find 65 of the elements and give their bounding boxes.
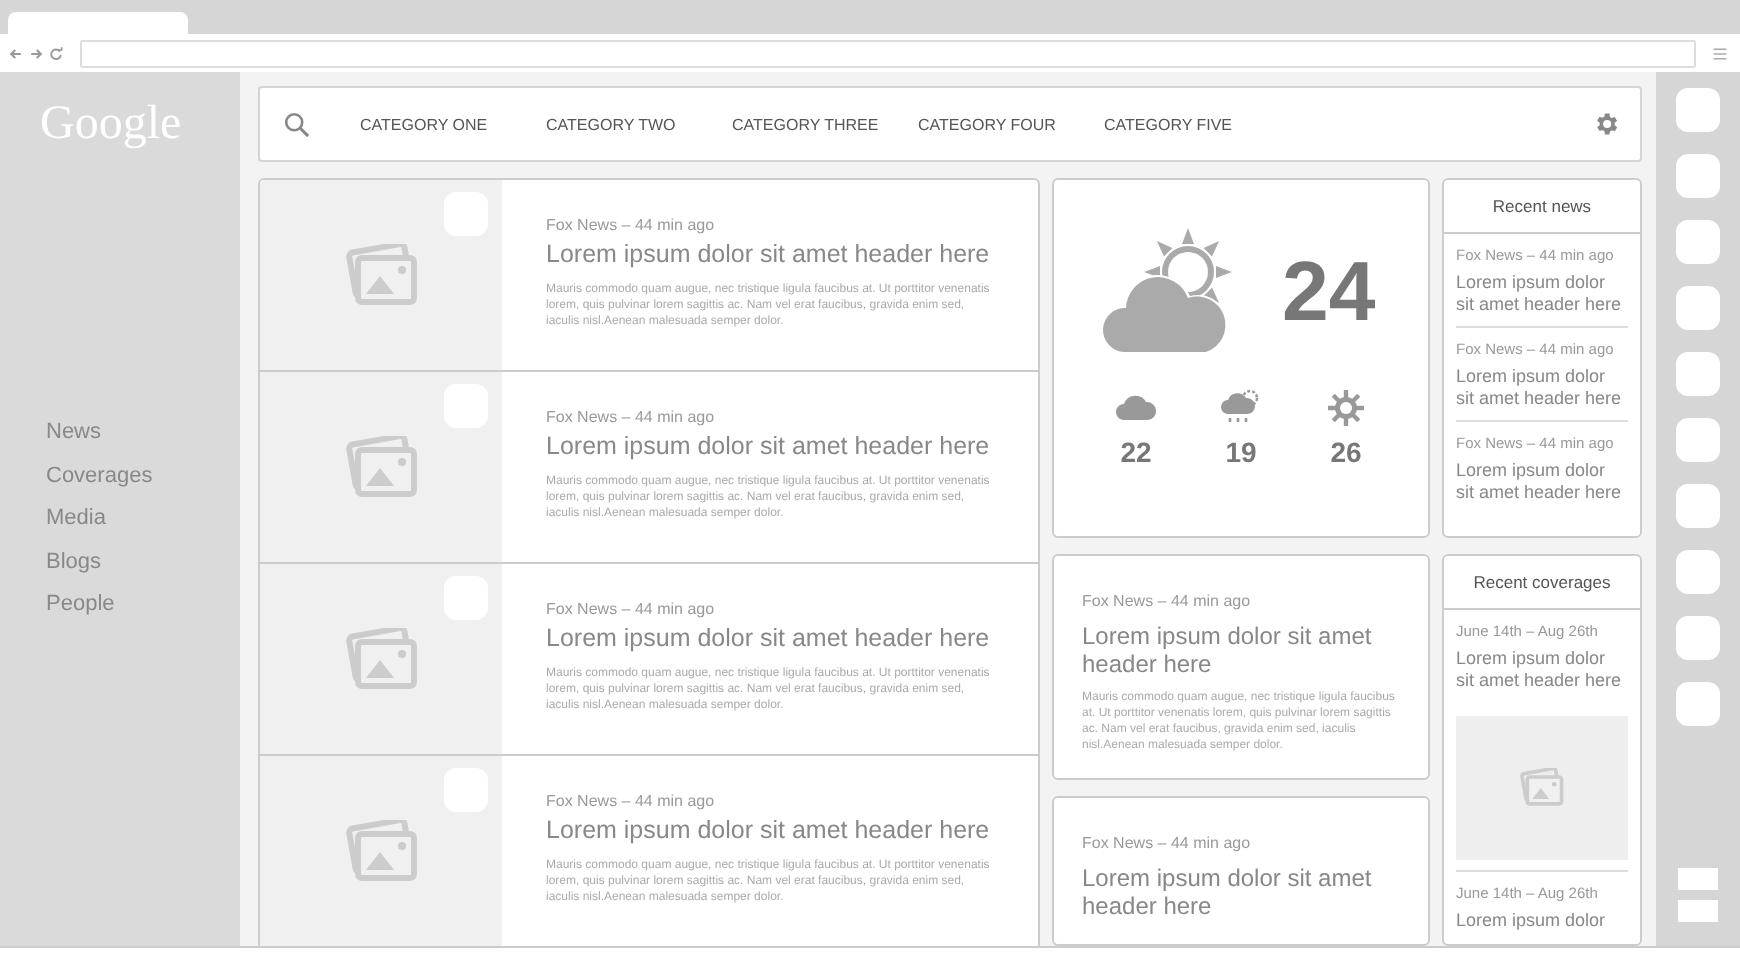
app-slot[interactable] (1676, 616, 1720, 660)
forecast-temperature: 19 (1225, 436, 1257, 468)
current-temperature: 24 (1282, 244, 1376, 340)
rain-cloud-icon (1219, 388, 1263, 428)
category-link[interactable]: CATEGORY ONE (360, 115, 546, 133)
app-slot[interactable] (1676, 286, 1720, 330)
app-slot[interactable] (1678, 868, 1718, 890)
article-title[interactable]: Lorem ipsum dolor sit amet header here (546, 432, 986, 460)
category-link[interactable]: CATEGORY FOUR (918, 115, 1104, 133)
forecast-temperature: 22 (1120, 436, 1152, 468)
category-link[interactable]: CATEGORY FIVE (1104, 115, 1290, 133)
story-title[interactable]: Lorem ipsum dolor sit amet header here (1082, 622, 1400, 678)
app-slot[interactable] (1678, 900, 1718, 922)
reload-icon[interactable] (48, 45, 64, 61)
article-card[interactable] (260, 564, 1038, 756)
sun-icon (1324, 388, 1368, 428)
browser-tab[interactable] (8, 12, 188, 34)
news-title[interactable]: Lorem ipsum dolor sit amet header here (1456, 366, 1628, 410)
back-icon[interactable] (8, 45, 24, 61)
forecast-temperature: 26 (1330, 436, 1362, 468)
image-icon (345, 627, 417, 691)
sidebar-item[interactable]: Blogs (46, 547, 102, 578)
address-field[interactable] (80, 39, 1696, 67)
app-slot[interactable] (1676, 484, 1720, 528)
article-source: Fox News – 44 min ago (546, 600, 717, 618)
app-slot[interactable] (1676, 682, 1720, 726)
app-slot[interactable] (1676, 352, 1720, 396)
image-icon (345, 243, 417, 307)
article-source: Fox News – 44 min ago (546, 792, 717, 810)
article-source: Fox News – 44 min ago (546, 216, 717, 234)
image-icon (345, 435, 417, 499)
story-title[interactable]: Lorem ipsum dolor sit amet header here (1082, 864, 1400, 920)
panel-title: Recent coverages (1444, 556, 1640, 610)
coverage-title[interactable]: Lorem ipsum dolor sit amet header here (1456, 648, 1628, 692)
forward-icon[interactable] (28, 45, 44, 61)
category-link[interactable]: CATEGORY THREE (732, 115, 918, 133)
app-slot[interactable] (1676, 88, 1720, 132)
news-title[interactable]: Lorem ipsum dolor sit amet header here (1456, 272, 1628, 316)
sidebar-item[interactable]: News (46, 418, 102, 449)
sidebar-item[interactable]: People (46, 590, 115, 621)
story-source: Fox News – 44 min ago (1082, 592, 1253, 610)
article-source: Fox News – 44 min ago (546, 408, 717, 426)
app-slot[interactable] (1676, 550, 1720, 594)
story-source: Fox News – 44 min ago (1082, 834, 1253, 852)
article-card[interactable] (260, 372, 1038, 564)
news-title[interactable]: Lorem ipsum dolor sit amet header here (1456, 460, 1628, 504)
story-card[interactable]: Fox News – 44 min ago Lorem ipsum dolor sit amet header here (1052, 796, 1430, 946)
sidebar-item[interactable]: Media (46, 504, 106, 535)
app-slot[interactable] (1676, 418, 1720, 462)
article-title[interactable]: Lorem ipsum dolor sit amet header here (546, 816, 986, 844)
settings-icon[interactable] (1592, 110, 1620, 138)
app-slot[interactable] (1676, 154, 1720, 198)
article-title[interactable]: Lorem ipsum dolor sit amet header here (546, 240, 986, 268)
sidebar-item[interactable]: Coverages (46, 461, 153, 492)
menu-icon[interactable] (1712, 45, 1728, 61)
image-icon (345, 819, 417, 883)
search-icon[interactable] (284, 111, 310, 137)
app-slot[interactable] (1676, 220, 1720, 264)
category-link[interactable]: CATEGORY TWO (546, 115, 732, 133)
article-card[interactable] (260, 180, 1038, 372)
coverage-title[interactable]: Lorem ipsum dolor (1456, 910, 1628, 932)
story-card[interactable] (1052, 554, 1430, 780)
image-icon (1520, 768, 1564, 808)
panel-title: Recent news (1444, 180, 1640, 234)
article-title[interactable]: Lorem ipsum dolor sit amet header here (546, 624, 986, 652)
